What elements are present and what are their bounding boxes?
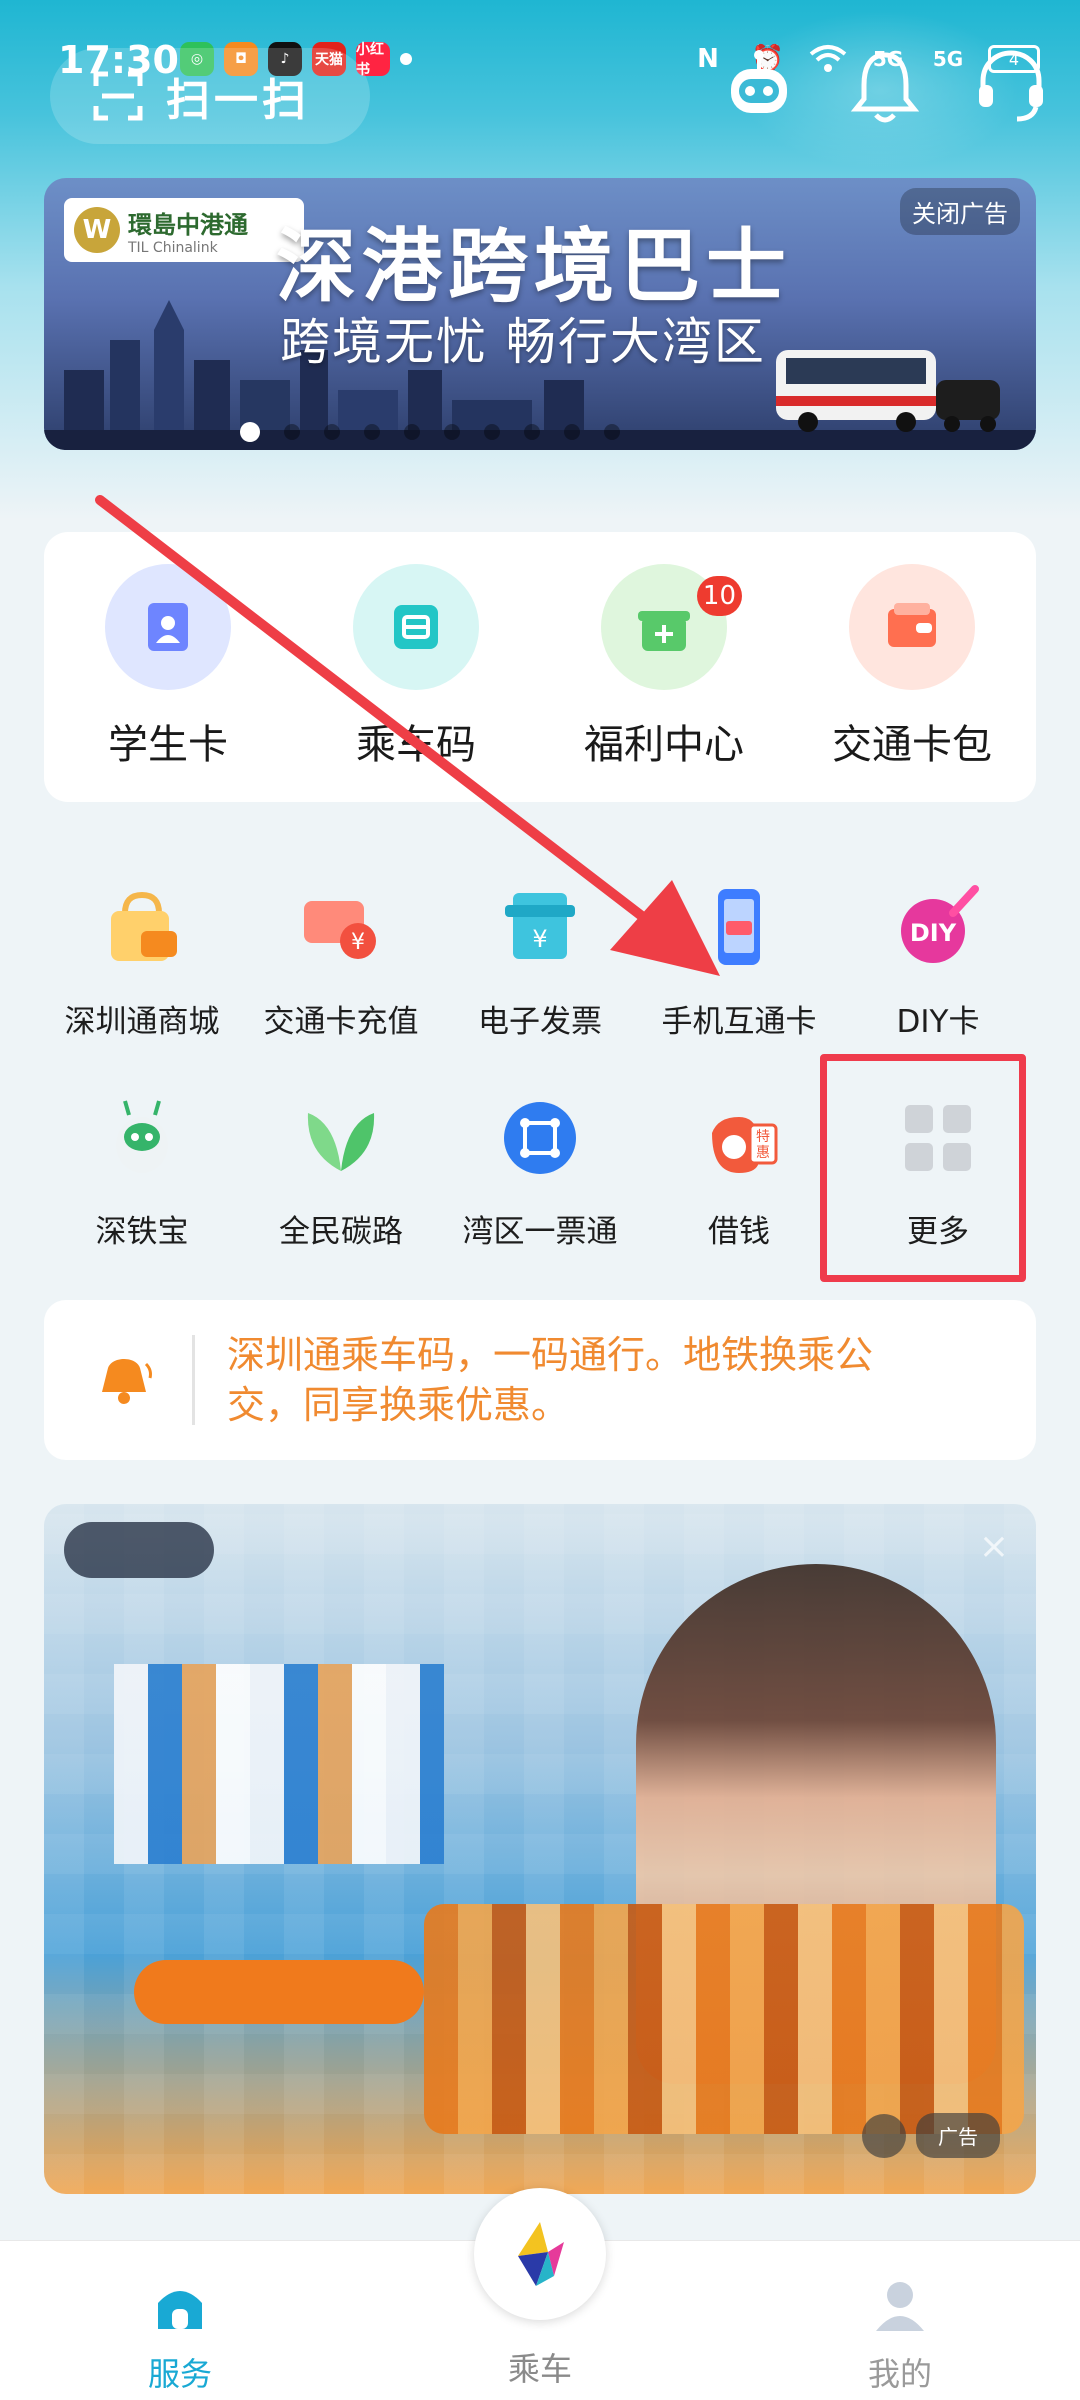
grid-item-label: DIY卡 [896, 1004, 980, 1040]
primary-item-label: 福利中心 [584, 722, 744, 768]
banner-title: 深港跨境巴士 [276, 220, 792, 313]
scan-icon [93, 71, 143, 121]
more-notifications-dot [400, 53, 412, 65]
pagination-dot [564, 424, 580, 440]
pagination-dot [524, 424, 540, 440]
pagination-dot [604, 424, 620, 440]
pagination-dot [404, 424, 420, 440]
grid-item-label: 电子发票 [478, 1004, 602, 1040]
primary-services-card: 学生卡 乘车码 福利中心 10 交通卡包 [44, 532, 1036, 802]
ad-tag [64, 1522, 214, 1578]
svg-text:惠: 惠 [756, 1145, 770, 1161]
primary-item-label: 学生卡 [108, 722, 228, 768]
banner-pagination [44, 422, 1036, 442]
close-ad-button[interactable]: 关闭广告 [900, 188, 1020, 235]
nav-tab-ride[interactable] [474, 2188, 606, 2320]
mascot-icon [94, 1090, 190, 1186]
ad-badge: 广告 [862, 2113, 1000, 2158]
grid-item-label: 湾区一票通 [462, 1214, 618, 1250]
ride-logo-icon [518, 2222, 564, 2286]
banner-logo-text: 環島中港通 [128, 210, 248, 239]
ad-food-image [424, 1904, 1024, 2134]
ad-cta-button[interactable] [134, 1960, 424, 2024]
grid-item-leaf[interactable]: 全民碳路 [243, 1080, 439, 1290]
card-recharge-icon: ¥ [293, 880, 389, 976]
scan-label: 扫一扫 [166, 75, 310, 126]
shopping-bag-icon [94, 880, 190, 976]
primary-item-label: 交通卡包 [832, 722, 992, 768]
header-actions [714, 40, 1056, 130]
service-home-icon [158, 2291, 202, 2329]
scan-button[interactable]: 扫一扫 [50, 48, 370, 144]
svg-text:¥: ¥ [532, 925, 547, 953]
grid-row: 深圳通商城 ¥ 交通卡充值 ¥ 电子发票 手机互通卡 DIY DIY卡 [44, 870, 1036, 1080]
money-bag-icon: 特惠 [691, 1090, 787, 1186]
nav-label-profile: 我的 [867, 2355, 932, 2393]
nav-label-ride: 乘车 [507, 2350, 572, 2388]
pagination-dot [324, 424, 340, 440]
notification-badge: 10 [696, 576, 742, 616]
grid-item-diy-card[interactable]: DIY DIY卡 [840, 870, 1036, 1080]
grid-item-label: 手机互通卡 [661, 1004, 817, 1040]
phone-card-icon [691, 880, 787, 976]
notice-divider [192, 1335, 195, 1425]
primary-item-welfare-gift[interactable]: 福利中心 10 [554, 564, 774, 802]
primary-item-card-wallet[interactable]: 交通卡包 [802, 564, 1022, 802]
highlight-box [820, 1054, 1026, 1282]
grid-item-e-invoice[interactable]: ¥ 电子发票 [442, 870, 638, 1080]
brand-mark-icon: W [74, 207, 120, 253]
profile-icon [876, 2282, 924, 2331]
nav-tab-service[interactable]: 服务 [80, 2241, 280, 2400]
ride-code-icon [353, 564, 479, 690]
leaf-icon [293, 1090, 389, 1186]
headset-icon[interactable] [966, 40, 1056, 130]
svg-text:¥: ¥ [351, 930, 365, 955]
bus-image [776, 350, 1000, 432]
grid-item-label: 全民碳路 [279, 1214, 403, 1250]
grid-item-label: 深铁宝 [95, 1214, 189, 1250]
ad-title-image [114, 1664, 444, 1864]
grid-item-mascot[interactable]: 深铁宝 [44, 1080, 240, 1290]
pagination-dot [364, 424, 380, 440]
card-wallet-icon [849, 564, 975, 690]
e-invoice-icon: ¥ [492, 880, 588, 976]
pagination-dot [284, 424, 300, 440]
svg-text:DIY: DIY [910, 919, 957, 947]
ad-badge-label: 广告 [916, 2113, 1000, 2158]
ad-banner[interactable]: × 广告 [44, 1504, 1036, 2194]
notice-bar[interactable]: 深圳通乘车码，一码通行。地铁换乘公交，同享换乘优惠。 [44, 1300, 1036, 1460]
pagination-dot [444, 424, 460, 440]
primary-item-label: 乘车码 [356, 722, 476, 768]
grid-item-card-recharge[interactable]: ¥ 交通卡充值 [243, 870, 439, 1080]
primary-item-student-card[interactable]: 学生卡 [58, 564, 278, 802]
promo-banner[interactable]: W 環島中港通 TIL Chinalink 深港跨境巴士 跨境无忧 畅行大湾区 … [44, 178, 1036, 450]
robot-assistant-icon[interactable] [714, 40, 804, 130]
banner-brand-logo: W 環島中港通 TIL Chinalink [64, 198, 304, 262]
layers-icon [862, 2113, 906, 2158]
pagination-dot [484, 424, 500, 440]
grid-item-label: 交通卡充值 [263, 1004, 419, 1040]
notice-bell-icon [102, 1359, 152, 1404]
bay-area-ticket-icon [492, 1090, 588, 1186]
bell-icon[interactable] [840, 40, 930, 130]
svg-text:特: 特 [756, 1129, 770, 1145]
banner-logo-sub: TIL Chinalink [128, 239, 218, 256]
pagination-dot [240, 422, 260, 442]
nav-tab-profile[interactable]: 我的 [800, 2241, 1000, 2400]
ad-close-icon[interactable]: × [972, 1524, 1016, 1568]
nav-label-service: 服务 [147, 2355, 212, 2393]
grid-item-label: 深圳通商城 [64, 1004, 220, 1040]
grid-item-label: 借钱 [708, 1214, 770, 1250]
banner-subtitle: 跨境无忧 畅行大湾区 [280, 313, 766, 371]
diy-card-icon: DIY [890, 880, 986, 976]
grid-item-money-bag[interactable]: 特惠借钱 [641, 1080, 837, 1290]
student-card-icon [105, 564, 231, 690]
notice-text: 深圳通乘车码，一码通行。地铁换乘公交，同享换乘优惠。 [227, 1333, 874, 1427]
grid-item-bay-area-ticket[interactable]: 湾区一票通 [442, 1080, 638, 1290]
primary-item-ride-code[interactable]: 乘车码 [306, 564, 526, 802]
grid-item-shopping-bag[interactable]: 深圳通商城 [44, 870, 240, 1080]
grid-item-phone-card[interactable]: 手机互通卡 [641, 870, 837, 1080]
